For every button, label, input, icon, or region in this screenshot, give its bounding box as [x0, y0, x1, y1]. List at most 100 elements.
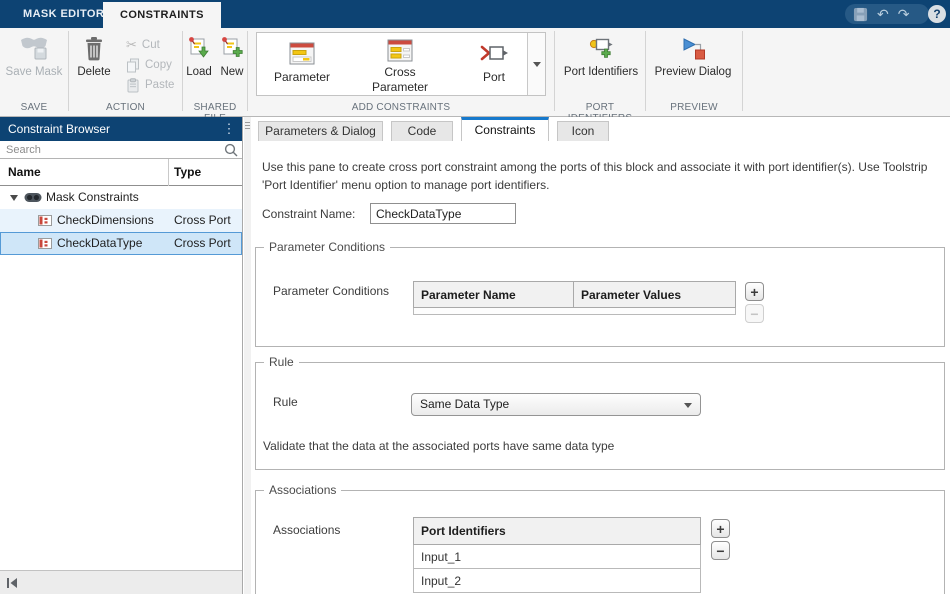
- tree-row-label: Mask Constraints: [46, 186, 139, 209]
- browser-column-headers: Name Type: [0, 159, 242, 186]
- add-parameter-condition-button[interactable]: +: [745, 282, 764, 301]
- ribbon-divider: [247, 31, 248, 111]
- association-row-input1[interactable]: Input_1: [413, 545, 701, 569]
- section-label-add-constraints: ADD CONSTRAINTS: [248, 102, 554, 115]
- tree-row-checkdatatype[interactable]: CheckDataType Cross Port: [0, 232, 242, 255]
- section-label-action: ACTION: [69, 102, 182, 115]
- association-row-input2[interactable]: Input_2: [413, 569, 701, 593]
- chevron-down-icon: [684, 403, 692, 408]
- cross-parameter-icon: [387, 39, 413, 62]
- preview-dialog-icon: [681, 33, 706, 63]
- save-mask-icon: [19, 33, 49, 63]
- column-header-type: Type: [174, 159, 201, 186]
- parameter-conditions-table: Parameter Name Parameter Values: [413, 281, 736, 315]
- associations-label: Associations: [273, 523, 340, 537]
- tree-row-mask-constraints[interactable]: Mask Constraints: [0, 186, 242, 209]
- tree-row-checkdimensions[interactable]: CheckDimensions Cross Port: [0, 209, 242, 232]
- new-icon: [220, 33, 244, 63]
- editor-pane: Parameters & Dialog Code Constraints Ico…: [251, 117, 950, 594]
- rule-group: Rule Rule Same Data Type Validate that t…: [255, 362, 945, 470]
- paste-icon: [126, 78, 140, 93]
- constraint-name-input[interactable]: [370, 203, 516, 224]
- constraint-icon: [38, 215, 52, 226]
- parameter-conditions-label: Parameter Conditions: [273, 284, 389, 298]
- tree-row-type: Cross Port: [174, 232, 231, 255]
- save-mask-button[interactable]: Save Mask: [2, 33, 66, 79]
- quick-access-toolbar: ↶ ↷: [845, 4, 929, 24]
- tab-constraints[interactable]: CONSTRAINTS: [103, 2, 221, 28]
- associations-table: Port Identifiers Input_1 Input_2: [413, 517, 701, 593]
- tab-parameters-dialog[interactable]: Parameters & Dialog: [258, 121, 383, 141]
- associations-group: Associations Associations Port Identifie…: [255, 490, 945, 594]
- tab-icon[interactable]: Icon: [557, 121, 609, 141]
- add-association-button[interactable]: +: [711, 519, 730, 538]
- tree-expand-caret-icon[interactable]: [10, 195, 18, 201]
- port-constraint-button[interactable]: Port: [451, 34, 537, 94]
- gallery-dropdown-button[interactable]: [527, 33, 545, 95]
- column-header-port-identifiers: Port Identifiers: [413, 517, 701, 545]
- load-icon: [187, 33, 211, 63]
- paste-button[interactable]: Paste: [126, 76, 174, 94]
- rule-legend: Rule: [264, 355, 299, 369]
- constraint-icon: [38, 238, 52, 249]
- constraint-browser-panel: Constraint Browser ⋮ Name Type Mask Cons…: [0, 117, 243, 594]
- section-label-preview: PREVIEW: [646, 102, 742, 115]
- parameter-conditions-legend: Parameter Conditions: [264, 240, 390, 254]
- ribbon-divider: [742, 31, 743, 111]
- tree-row-type: Cross Port: [174, 209, 231, 232]
- tree-row-label: CheckDataType: [57, 232, 142, 255]
- app-tab-bar: MASK EDITOR CONSTRAINTS ↶ ↷ ?: [0, 0, 950, 28]
- parameter-constraint-button[interactable]: Parameter: [259, 34, 345, 94]
- empty-table-body: [413, 308, 736, 315]
- constraint-name-label: Constraint Name:: [262, 207, 355, 221]
- panel-menu-icon[interactable]: ⋮: [222, 117, 236, 141]
- save-icon[interactable]: [853, 7, 868, 22]
- section-label-save: SAVE: [0, 102, 68, 115]
- undo-icon[interactable]: ↶: [877, 5, 889, 23]
- copy-button[interactable]: Copy: [126, 56, 172, 74]
- associations-legend: Associations: [264, 483, 341, 497]
- rule-dropdown[interactable]: Same Data Type: [411, 393, 701, 416]
- pane-description: Use this pane to create cross port const…: [262, 158, 950, 194]
- parameter-conditions-group: Parameter Conditions Parameter Condition…: [255, 247, 945, 347]
- cross-parameter-constraint-button[interactable]: Cross Parameter: [353, 34, 447, 94]
- new-button[interactable]: New: [217, 33, 247, 79]
- section-label-shared-file: SHARED FILE: [183, 102, 247, 115]
- section-label-port-identifiers: PORT IDENTIFIERS: [555, 102, 645, 115]
- load-button[interactable]: Load: [181, 33, 217, 79]
- add-constraints-gallery: Parameter Cross Parameter Port: [256, 32, 546, 96]
- rule-label: Rule: [273, 395, 298, 409]
- preview-dialog-button[interactable]: Preview Dialog: [648, 33, 738, 79]
- ribbon-divider: [645, 31, 646, 111]
- cut-icon: ✂: [126, 38, 137, 52]
- remove-parameter-condition-button[interactable]: −: [745, 304, 764, 323]
- rule-description: Validate that the data at the associated…: [263, 439, 614, 453]
- search-bar: [0, 141, 242, 159]
- collapse-panel-icon[interactable]: [6, 578, 18, 588]
- delete-button[interactable]: Delete: [66, 33, 122, 79]
- panel-status-bar: [0, 570, 242, 594]
- port-icon: [479, 39, 509, 67]
- tree-row-label: CheckDimensions: [57, 209, 154, 232]
- ribbon-divider: [554, 31, 555, 111]
- redo-icon[interactable]: ↷: [898, 5, 910, 23]
- rule-dropdown-value: Same Data Type: [420, 397, 509, 411]
- tab-constraints-doc[interactable]: Constraints: [461, 117, 549, 141]
- copy-icon: [126, 58, 140, 73]
- parameter-icon: [289, 39, 315, 67]
- tab-code[interactable]: Code: [391, 121, 453, 141]
- splitter-grip-icon: [245, 122, 250, 131]
- search-input[interactable]: [0, 141, 218, 158]
- column-header-name: Name: [8, 159, 41, 186]
- column-header-parameter-values: Parameter Values: [574, 281, 736, 308]
- port-identifiers-icon: [588, 33, 615, 63]
- mask-editor-window: MASK EDITOR CONSTRAINTS ↶ ↷ ? Save Mask …: [0, 0, 950, 594]
- help-icon[interactable]: ?: [928, 5, 946, 23]
- cut-button[interactable]: ✂ Cut: [126, 36, 160, 54]
- column-header-parameter-name: Parameter Name: [413, 281, 574, 308]
- panel-splitter[interactable]: [244, 117, 251, 594]
- remove-association-button[interactable]: −: [711, 541, 730, 560]
- port-identifiers-button[interactable]: Port Identifiers: [557, 33, 645, 79]
- mask-icon: [24, 192, 42, 204]
- constraint-browser-title: Constraint Browser: [0, 117, 242, 141]
